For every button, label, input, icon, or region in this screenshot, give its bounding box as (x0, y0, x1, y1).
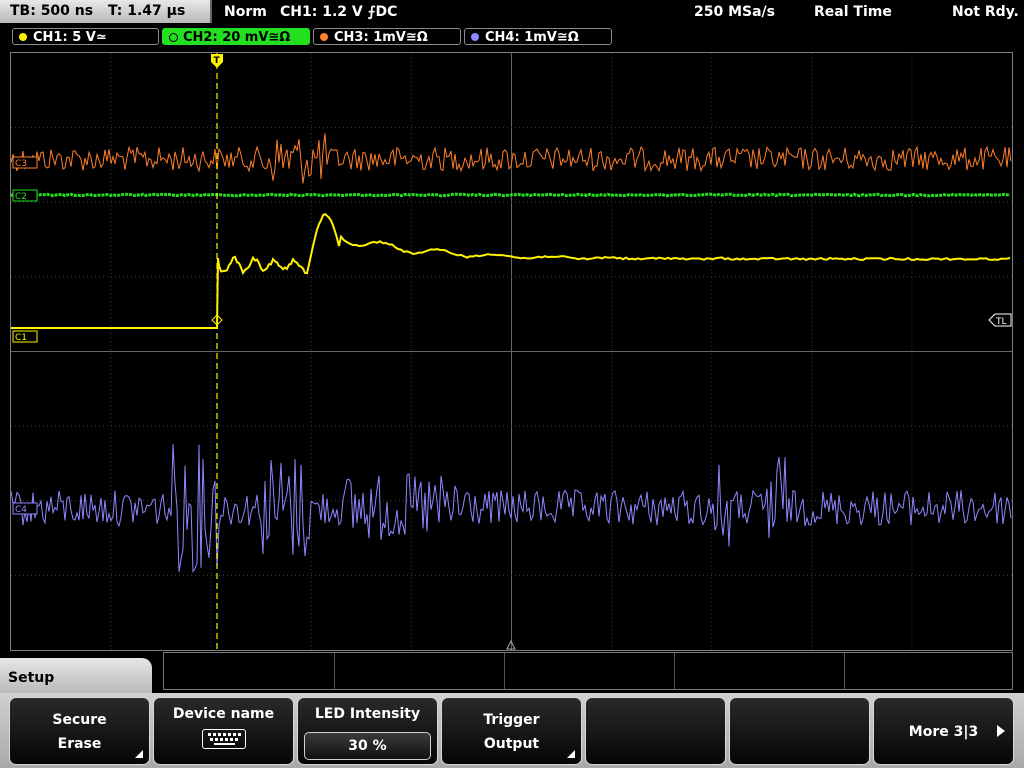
led-intensity-label: LED Intensity (314, 706, 421, 722)
secure-erase-label-1: Secure (52, 712, 107, 728)
channel-tab-ch4[interactable]: CH4: 1mV≅Ω (464, 28, 612, 45)
channel-tab-ch3[interactable]: CH3: 1mV≅Ω (313, 28, 461, 45)
ch1-offset-marker[interactable]: C1 (12, 330, 38, 343)
ch3-label: CH3: 1mV≅Ω (334, 30, 428, 45)
ch2-trace (11, 192, 1011, 198)
waveform-display[interactable]: T C3 C2 C1 C4 TL (10, 52, 1013, 651)
trigger-position-marker[interactable]: T (211, 54, 223, 68)
waveform-svg: T C3 C2 C1 C4 TL (11, 53, 1012, 650)
ch2-label: CH2: 20 mV≅Ω (183, 30, 291, 45)
ch1-trace (11, 212, 1011, 329)
secure-erase-label-2: Erase (57, 736, 102, 752)
secure-erase-button[interactable]: Secure Erase (9, 697, 150, 765)
led-intensity-value[interactable]: 30 % (304, 732, 431, 760)
sample-rate: 250 MSa/s (694, 4, 776, 20)
ch2-marker-label: C2 (15, 192, 27, 202)
more-label: More 3|3 (908, 724, 979, 740)
channel-tab-ch2[interactable]: CH2: 20 mV≅Ω (162, 28, 310, 45)
trigger-output-label-2: Output (483, 736, 540, 752)
keyboard-icon (202, 729, 246, 749)
menu-title: Setup (8, 670, 55, 686)
trigger-output-button[interactable]: Trigger Output (441, 697, 582, 765)
channel-tab-ch1[interactable]: CH1: 5 V≃ (12, 28, 159, 45)
trigger-output-label-1: Trigger (483, 712, 540, 728)
ch1-color-dot-icon (19, 33, 27, 41)
device-name-label: Device name (172, 706, 275, 722)
ch4-offset-marker[interactable]: C4 (12, 502, 38, 515)
trigger-info[interactable]: CH1: 1.2 V ⨍DC (280, 0, 397, 24)
menu-title-tab: Setup (0, 658, 152, 698)
ch1-marker-label: C1 (15, 333, 27, 343)
acquisition-state: Not Rdy. (952, 4, 1019, 20)
submenu-corner-icon (135, 750, 143, 758)
trigger-level-marker[interactable]: TL (988, 313, 1012, 327)
trigger-time-value: T: 1.47 µs (107, 3, 186, 19)
ch3-color-dot-icon (320, 33, 328, 41)
info-strip (163, 652, 1013, 690)
empty-softkey-6[interactable] (729, 697, 870, 765)
more-arrow-icon (997, 725, 1005, 737)
ch1-label: CH1: 5 V≃ (33, 30, 107, 45)
acquisition-mode: Real Time (814, 4, 892, 20)
trigger-pos-label: T (214, 56, 221, 66)
empty-softkey-5[interactable] (585, 697, 726, 765)
submenu-corner-icon (567, 750, 575, 758)
ch4-label: CH4: 1mV≅Ω (485, 30, 579, 45)
timebase-value: TB: 500 ns (10, 3, 94, 19)
ch2-offset-marker[interactable]: C2 (12, 189, 38, 202)
ch4-color-dot-icon (471, 33, 479, 41)
ch3-marker-label: C3 (15, 159, 27, 169)
timebase-box[interactable]: TB: 500 ns T: 1.47 µs (0, 0, 212, 23)
ch3-offset-marker[interactable]: C3 (12, 156, 38, 169)
ch4-marker-label: C4 (15, 505, 27, 515)
trigger-level-label: TL (995, 317, 1007, 327)
trigger-mode[interactable]: Norm (224, 0, 267, 24)
graticule (11, 53, 1012, 650)
device-name-button[interactable]: Device name (153, 697, 294, 765)
led-intensity-control[interactable]: LED Intensity 30 % (297, 697, 438, 765)
more-button[interactable]: More 3|3 (873, 697, 1014, 765)
ch2-color-dot-icon (169, 33, 178, 42)
status-bar: TB: 500 ns T: 1.47 µs Norm CH1: 1.2 V ⨍D… (0, 0, 1024, 24)
